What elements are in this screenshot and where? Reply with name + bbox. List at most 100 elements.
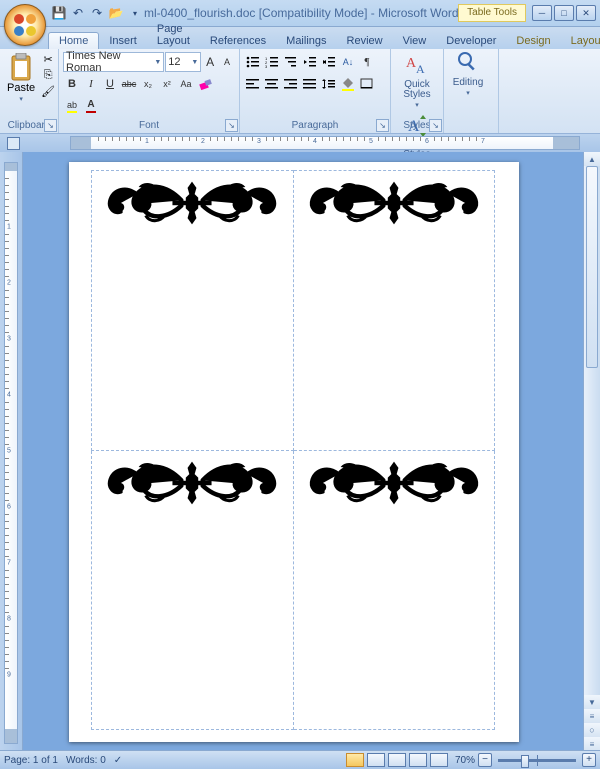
scrollbar-thumb[interactable] <box>586 166 598 368</box>
quick-styles-button[interactable]: AA Quick Styles ▾ <box>395 53 439 111</box>
shading-button[interactable] <box>339 75 357 93</box>
qat-customize[interactable]: ▾ <box>126 4 144 22</box>
scroll-up-button[interactable]: ▲ <box>584 152 600 166</box>
zoom-slider[interactable] <box>498 759 576 762</box>
ruler-strip: 1234567 <box>0 134 600 153</box>
horizontal-ruler[interactable]: 1234567 <box>70 136 580 150</box>
browse-object-button[interactable]: ○ <box>584 723 600 737</box>
tab-references[interactable]: References <box>200 33 276 49</box>
clear-formatting-button[interactable] <box>196 75 214 93</box>
font-dialog-launcher[interactable]: ↘ <box>225 119 238 132</box>
group-clipboard: Paste ▾ ✂ ⎘ 🖌 Clipboard ↘ <box>0 49 59 133</box>
multilevel-button[interactable] <box>282 53 300 71</box>
font-size-combo[interactable]: 12 ▼ <box>165 52 201 72</box>
grow-font-button[interactable]: A <box>202 53 218 71</box>
status-page[interactable]: Page: 1 of 1 <box>4 755 58 766</box>
font-name-combo[interactable]: Times New Roman ▼ <box>63 52 164 72</box>
tab-selector[interactable] <box>7 137 20 150</box>
redo-button[interactable]: ↷ <box>88 4 106 22</box>
zoom-slider-thumb[interactable] <box>521 755 529 768</box>
bold-button[interactable]: B <box>63 75 81 93</box>
context-tab-table-tools: Table Tools <box>458 4 526 22</box>
superscript-button[interactable]: x² <box>158 75 176 93</box>
paragraph-dialog-launcher[interactable]: ↘ <box>376 119 389 132</box>
shrink-font-button[interactable]: A <box>219 53 235 71</box>
underline-button[interactable]: U <box>101 75 119 93</box>
borders-button[interactable] <box>358 75 376 93</box>
status-bar: Page: 1 of 1 Words: 0 ✓ 70% − + <box>0 750 600 769</box>
outline-view-button[interactable] <box>409 753 427 767</box>
prev-page-button[interactable]: ≡ <box>584 709 600 723</box>
align-left-button[interactable] <box>244 75 262 93</box>
tab-review[interactable]: Review <box>337 33 393 49</box>
align-center-button[interactable] <box>263 75 281 93</box>
group-paragraph: 123 A↓ ¶ Paragraph ↘ <box>240 49 391 133</box>
page <box>69 162 519 742</box>
find-icon <box>457 51 479 77</box>
zoom-level[interactable]: 70% <box>455 755 475 766</box>
tab-page-layout[interactable]: Page Layout <box>147 21 200 49</box>
label-cell-1[interactable] <box>92 171 294 451</box>
document-canvas[interactable] <box>23 152 583 751</box>
next-page-button[interactable]: ≡ <box>584 737 600 751</box>
strike-button[interactable]: abc <box>120 75 138 93</box>
font-color-button[interactable]: A <box>82 97 100 115</box>
group-styles: AA Quick Styles ▾ A Change Styles ▾ Styl… <box>391 49 444 133</box>
status-proofing-icon[interactable]: ✓ <box>114 755 122 766</box>
editing-button[interactable]: Editing ▾ <box>448 51 488 99</box>
eraser-icon <box>198 77 212 91</box>
save-button[interactable]: 💾 <box>50 4 68 22</box>
label-cell-3[interactable] <box>92 450 294 730</box>
tab-developer[interactable]: Developer <box>436 33 506 49</box>
label-cell-2[interactable] <box>293 171 495 451</box>
vertical-ruler[interactable]: 123456789 <box>4 162 18 744</box>
sort-button[interactable]: A↓ <box>339 53 357 71</box>
ribbon: Paste ▾ ✂ ⎘ 🖌 Clipboard ↘ Times New Roma… <box>0 49 600 134</box>
clipboard-dialog-launcher[interactable]: ↘ <box>44 119 57 132</box>
open-button[interactable]: 📂 <box>107 4 125 22</box>
paste-button[interactable]: Paste ▾ <box>4 51 38 117</box>
tab-insert[interactable]: Insert <box>99 33 147 49</box>
highlight-button[interactable]: ab <box>63 97 81 115</box>
vertical-scrollbar[interactable]: ▲ ▼ ≡ ○ ≡ <box>583 152 600 751</box>
web-layout-view-button[interactable] <box>388 753 406 767</box>
decrease-indent-button[interactable] <box>301 53 319 71</box>
styles-dialog-launcher[interactable]: ↘ <box>429 119 442 132</box>
copy-button[interactable]: ⎘ <box>40 67 56 83</box>
full-screen-view-button[interactable] <box>367 753 385 767</box>
tab-view[interactable]: View <box>393 33 437 49</box>
scroll-down-button[interactable]: ▼ <box>584 695 600 709</box>
align-right-button[interactable] <box>282 75 300 93</box>
status-words[interactable]: Words: 0 <box>66 755 106 766</box>
flourish-image <box>102 459 283 510</box>
change-case-button[interactable]: Aa <box>177 75 195 93</box>
undo-button[interactable]: ↶ <box>69 4 87 22</box>
tab-home[interactable]: Home <box>48 32 99 49</box>
show-marks-button[interactable]: ¶ <box>358 53 376 71</box>
print-layout-view-button[interactable] <box>346 753 364 767</box>
label-cell-4[interactable] <box>293 450 495 730</box>
tab-design[interactable]: Design <box>506 33 560 49</box>
label-table <box>91 170 495 730</box>
maximize-button[interactable]: □ <box>554 5 574 21</box>
format-painter-button[interactable]: 🖌 <box>40 83 56 99</box>
font-name-value: Times New Roman <box>66 50 152 74</box>
office-button[interactable] <box>4 4 46 46</box>
line-spacing-button[interactable] <box>320 75 338 93</box>
zoom-in-button[interactable]: + <box>582 753 596 767</box>
tab-layout[interactable]: Layout <box>561 33 600 49</box>
increase-indent-button[interactable] <box>320 53 338 71</box>
vertical-ruler-gutter: 123456789 <box>0 152 23 751</box>
bullets-button[interactable] <box>244 53 262 71</box>
cut-button[interactable]: ✂ <box>40 51 56 67</box>
tab-mailings[interactable]: Mailings <box>276 33 336 49</box>
justify-button[interactable] <box>301 75 319 93</box>
minimize-button[interactable]: ─ <box>532 5 552 21</box>
draft-view-button[interactable] <box>430 753 448 767</box>
zoom-out-button[interactable]: − <box>478 753 492 767</box>
flourish-image <box>102 179 283 230</box>
subscript-button[interactable]: x₂ <box>139 75 157 93</box>
italic-button[interactable]: I <box>82 75 100 93</box>
numbering-button[interactable]: 123 <box>263 53 281 71</box>
close-button[interactable]: ✕ <box>576 5 596 21</box>
